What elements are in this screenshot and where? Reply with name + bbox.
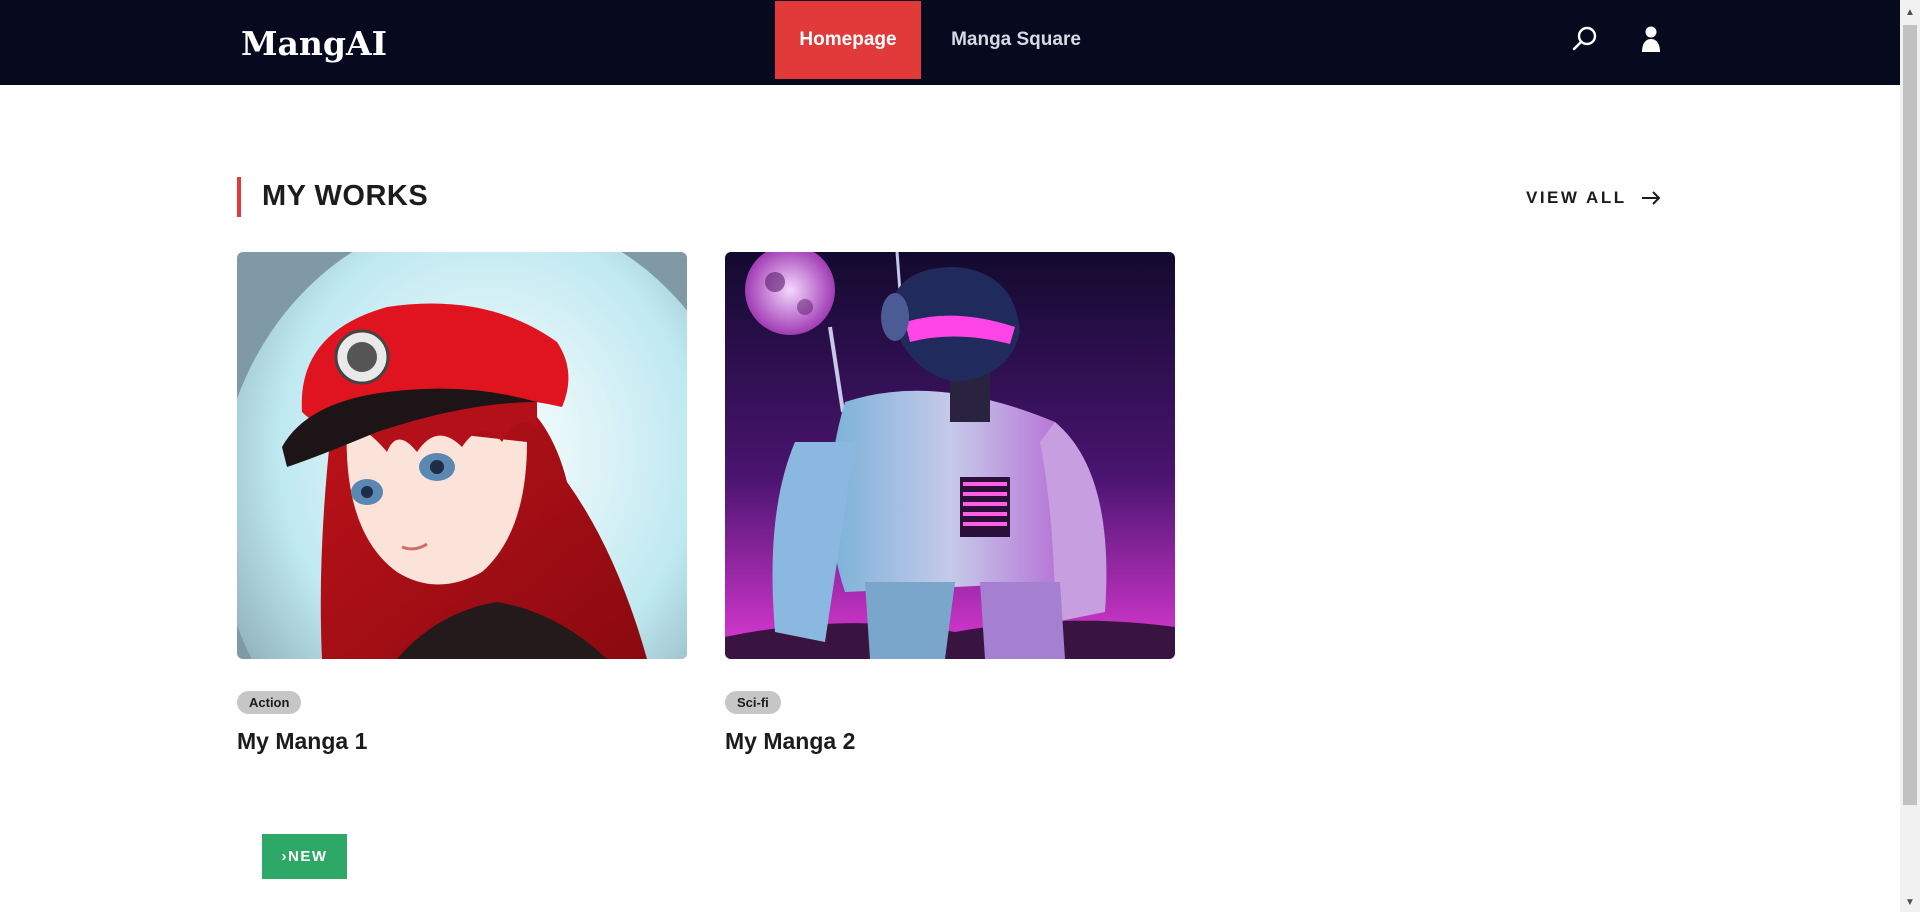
arrow-right-icon — [1641, 191, 1661, 205]
manga-title[interactable]: My Manga 2 — [725, 728, 855, 755]
section-title: MY WORKS — [262, 180, 429, 212]
nav-homepage[interactable]: Homepage — [775, 1, 921, 79]
manga-cover-image[interactable] — [725, 252, 1175, 659]
main-nav: Homepage Manga Square — [775, 1, 1086, 79]
genre-tag[interactable]: Action — [237, 691, 302, 714]
manga-cover-image[interactable] — [237, 252, 687, 659]
scroll-down-arrow-icon[interactable]: ▼ — [1903, 895, 1917, 909]
genre-tag[interactable]: Sci-fi — [725, 691, 781, 714]
site-logo[interactable]: MangAI — [241, 24, 387, 63]
scroll-thumb[interactable] — [1903, 25, 1917, 805]
scroll-up-arrow-icon[interactable]: ▲ — [1903, 5, 1917, 19]
top-navbar: MangAI Homepage Manga Square — [0, 0, 1900, 85]
view-all-link[interactable]: VIEW ALL — [1526, 188, 1661, 208]
manga-card[interactable]: Action My Manga 1 — [237, 252, 687, 754]
section-accent-bar — [237, 177, 241, 217]
manga-card[interactable]: Sci-fi My Manga 2 — [725, 252, 1175, 754]
new-work-button[interactable]: ›NEW — [262, 834, 347, 879]
user-icon[interactable] — [1636, 22, 1666, 56]
search-icon[interactable] — [1570, 22, 1600, 56]
view-all-label: VIEW ALL — [1526, 188, 1627, 207]
manga-title[interactable]: My Manga 1 — [237, 728, 367, 755]
nav-manga-square[interactable]: Manga Square — [946, 1, 1086, 79]
